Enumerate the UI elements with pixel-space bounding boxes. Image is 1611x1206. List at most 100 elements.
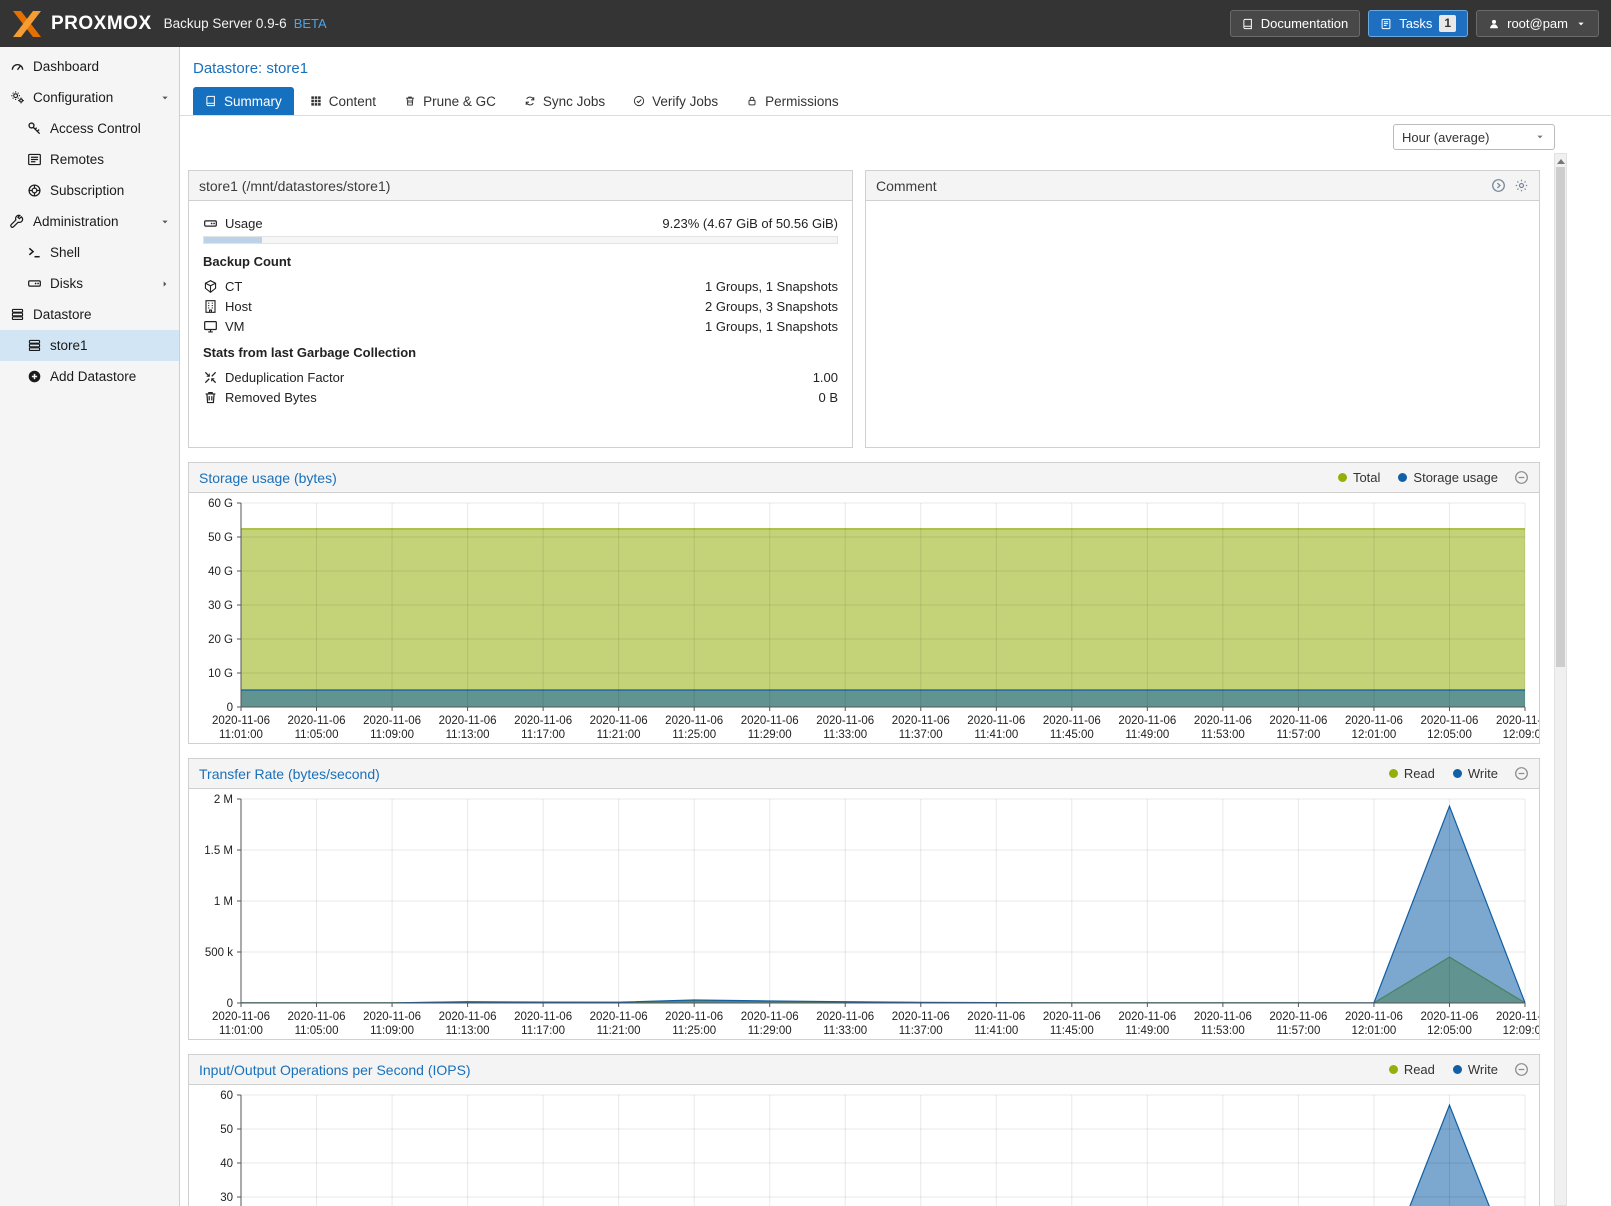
time-range-select[interactable]: Hour (average)	[1393, 124, 1555, 150]
sidebar-item-disks[interactable]: Disks	[0, 268, 179, 299]
svg-text:2020-11-06: 2020-11-06	[1496, 715, 1539, 727]
svg-text:2020-11-06: 2020-11-06	[439, 1011, 497, 1023]
hdd-icon	[27, 276, 42, 291]
legend-item-total[interactable]: Total	[1338, 470, 1380, 485]
legend-dot	[1453, 1065, 1462, 1074]
svg-text:500 k: 500 k	[205, 947, 233, 959]
legend-label: Write	[1468, 1062, 1498, 1077]
sidebar-item-remotes[interactable]: Remotes	[0, 144, 179, 175]
collapse-chart-icon[interactable]	[1514, 1062, 1529, 1077]
svg-text:11:49:00: 11:49:00	[1125, 729, 1169, 741]
collapse-chart-icon[interactable]	[1514, 766, 1529, 781]
svg-text:11:41:00: 11:41:00	[974, 729, 1018, 741]
tab-label: Prune & GC	[423, 94, 496, 109]
row-label: CT	[225, 279, 242, 294]
sidebar-item-store1[interactable]: store1	[0, 330, 179, 361]
row-label: VM	[225, 319, 245, 334]
comment-panel-body	[866, 201, 1539, 447]
sidebar-item-label: Configuration	[33, 90, 113, 105]
svg-text:2020-11-06: 2020-11-06	[741, 1011, 799, 1023]
tab-verify-jobs[interactable]: Verify Jobs	[621, 87, 730, 115]
summary-panel-body: Usage 9.23% (4.67 GiB of 50.56 GiB) Back…	[189, 201, 852, 419]
sidebar-item-administration[interactable]: Administration	[0, 206, 179, 237]
svg-text:2020-11-06: 2020-11-06	[967, 1011, 1025, 1023]
sidebar-item-label: Add Datastore	[50, 369, 136, 384]
expand-caret-icon[interactable]	[159, 278, 171, 290]
monitor-icon	[203, 319, 218, 334]
svg-text:11:25:00: 11:25:00	[672, 1025, 716, 1037]
legend-item-write[interactable]: Write	[1453, 766, 1498, 781]
svg-text:10 G: 10 G	[208, 668, 233, 680]
chart-title: Input/Output Operations per Second (IOPS…	[199, 1062, 471, 1078]
gears-icon	[10, 90, 25, 105]
svg-text:50 G: 50 G	[208, 532, 233, 544]
tasks-label: Tasks	[1399, 16, 1432, 31]
svg-text:2020-11-06: 2020-11-06	[892, 1011, 950, 1023]
tab-label: Verify Jobs	[652, 94, 718, 109]
documentation-button[interactable]: Documentation	[1230, 10, 1360, 37]
tab-label: Content	[329, 94, 376, 109]
lifebuoy-icon	[27, 183, 42, 198]
svg-text:1 M: 1 M	[214, 896, 233, 908]
tab-label: Permissions	[765, 94, 839, 109]
legend-item-read[interactable]: Read	[1389, 1062, 1435, 1077]
sidebar-item-label: Shell	[50, 245, 80, 260]
svg-text:2020-11-06: 2020-11-06	[1043, 1011, 1101, 1023]
tab-sync-jobs[interactable]: Sync Jobs	[512, 87, 617, 115]
transfer-rate-chart-panel: Transfer Rate (bytes/second) Read Write	[188, 758, 1540, 1040]
svg-text:2020-11-06: 2020-11-06	[1345, 715, 1403, 727]
legend-item-read[interactable]: Read	[1389, 766, 1435, 781]
svg-text:1.5 M: 1.5 M	[204, 845, 233, 857]
chart-panel-header: Transfer Rate (bytes/second) Read Write	[189, 759, 1539, 789]
sidebar-item-configuration[interactable]: Configuration	[0, 82, 179, 113]
sidebar-item-label: Remotes	[50, 152, 104, 167]
tab-permissions[interactable]: Permissions	[734, 87, 851, 115]
svg-text:11:45:00: 11:45:00	[1050, 1025, 1094, 1037]
sidebar-item-subscription[interactable]: Subscription	[0, 175, 179, 206]
beta-link[interactable]: BETA	[294, 16, 327, 31]
svg-text:12:05:00: 12:05:00	[1427, 1025, 1472, 1037]
sidebar-item-datastore[interactable]: Datastore	[0, 299, 179, 330]
legend-item-write[interactable]: Write	[1453, 1062, 1498, 1077]
scrollbar-thumb[interactable]	[1556, 167, 1565, 667]
chart-legend: Read Write	[1389, 766, 1498, 781]
chart-title: Storage usage (bytes)	[199, 470, 337, 486]
expand-circle-icon[interactable]	[1491, 178, 1506, 193]
svg-text:2020-11-06: 2020-11-06	[590, 1011, 648, 1023]
collapse-caret-icon[interactable]	[159, 92, 171, 104]
vertical-scrollbar[interactable]	[1554, 153, 1567, 1206]
collapse-caret-icon[interactable]	[159, 216, 171, 228]
legend-label: Read	[1404, 1062, 1435, 1077]
tab-summary[interactable]: Summary	[193, 87, 294, 115]
svg-text:11:37:00: 11:37:00	[899, 1025, 943, 1037]
sidebar-item-access-control[interactable]: Access Control	[0, 113, 179, 144]
svg-text:2020-11-06: 2020-11-06	[212, 715, 270, 727]
backup-count-row-vm: VM 1 Groups, 1 Snapshots	[203, 316, 838, 336]
tasks-button[interactable]: Tasks 1	[1368, 10, 1468, 37]
sidebar-item-dashboard[interactable]: Dashboard	[0, 51, 179, 82]
user-menu-button[interactable]: root@pam	[1476, 10, 1599, 37]
legend-item-storage-usage[interactable]: Storage usage	[1398, 470, 1498, 485]
iops-chart-panel: Input/Output Operations per Second (IOPS…	[188, 1054, 1540, 1206]
backup-count-row-host: Host 2 Groups, 3 Snapshots	[203, 296, 838, 316]
svg-text:2020-11-06: 2020-11-06	[288, 715, 346, 727]
tab-prune-gc[interactable]: Prune & GC	[392, 87, 508, 115]
svg-text:11:57:00: 11:57:00	[1276, 729, 1320, 741]
collapse-chart-icon[interactable]	[1514, 470, 1529, 485]
wrench-icon	[10, 214, 25, 229]
backup-count-row-ct: CT 1 Groups, 1 Snapshots	[203, 276, 838, 296]
trash-icon	[404, 95, 416, 107]
svg-text:30: 30	[220, 1192, 233, 1204]
transfer-rate-chart: 0500 k1 M1.5 M2 M2020-11-0611:01:002020-…	[189, 789, 1539, 1039]
svg-text:11:01:00: 11:01:00	[219, 729, 263, 741]
gear-icon[interactable]	[1514, 178, 1529, 193]
usage-label: Usage	[225, 216, 263, 231]
scroll-up-icon[interactable]	[1557, 159, 1565, 164]
topbar-actions: Documentation Tasks 1 root@pam	[1230, 10, 1599, 37]
sidebar-item-shell[interactable]: Shell	[0, 237, 179, 268]
svg-text:11:21:00: 11:21:00	[597, 729, 641, 741]
tab-content[interactable]: Content	[298, 87, 388, 115]
sidebar-item-add-datastore[interactable]: Add Datastore	[0, 361, 179, 392]
row-label: Deduplication Factor	[225, 370, 344, 385]
svg-text:2020-11-06: 2020-11-06	[1345, 1011, 1403, 1023]
